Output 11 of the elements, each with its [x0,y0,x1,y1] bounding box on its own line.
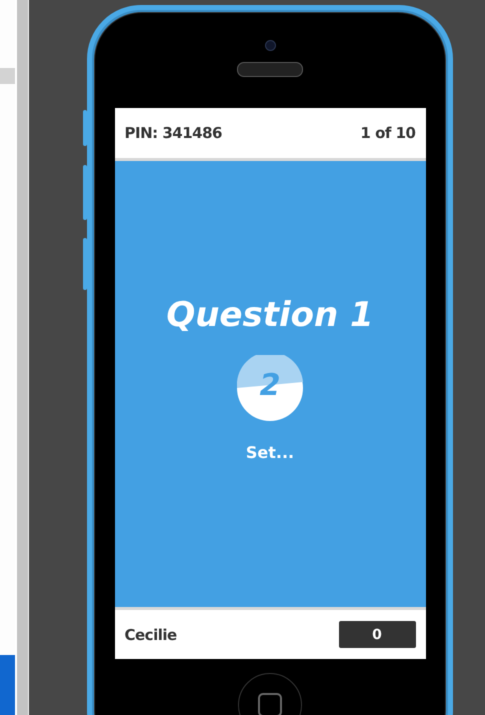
banner-strip [0,655,15,715]
status-text: Set... [246,443,294,462]
question-title: Question 1 [166,295,374,335]
toolbar-strip [0,68,15,84]
camera-icon [264,40,276,51]
question-counter: 1 of 10 [360,124,416,142]
game-pin: PIN: 341486 [124,124,222,142]
countdown-timer: 2 [237,355,303,421]
speaker-grille [237,62,303,77]
score-display: 0 [338,621,416,648]
player-name: Cecilie [124,626,177,644]
